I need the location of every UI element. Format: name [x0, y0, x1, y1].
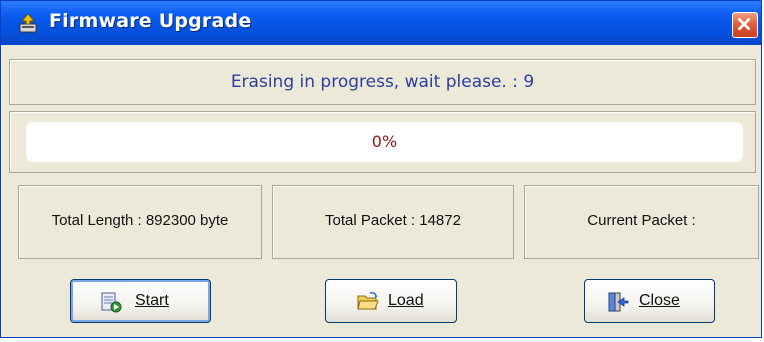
window-title: Firmware Upgrade: [49, 10, 252, 32]
load-button-label: Load: [388, 292, 424, 309]
status-panel: Erasing in progress, wait please. : 9: [9, 59, 756, 105]
close-window-button[interactable]: [732, 12, 758, 38]
total-length-panel: Total Length : 892300 byte: [18, 185, 262, 259]
current-packet-panel: Current Packet :: [524, 185, 759, 259]
start-button-label: Start: [135, 292, 169, 309]
load-button[interactable]: Load: [325, 279, 457, 323]
firmware-upgrade-icon: [19, 13, 37, 33]
close-button-label: Close: [639, 292, 680, 309]
exit-door-icon: [608, 292, 629, 312]
close-button[interactable]: Close: [584, 279, 715, 323]
current-packet-label: Current Packet :: [587, 212, 696, 229]
start-button[interactable]: Start: [70, 279, 211, 323]
total-packet-panel: Total Packet : 14872: [272, 185, 514, 259]
status-message: Erasing in progress, wait please. : 9: [230, 72, 535, 92]
progress-percent: 0%: [371, 132, 398, 151]
progress-bar: 0%: [26, 122, 743, 162]
total-length-label: Total Length : 892300 byte: [51, 212, 229, 229]
firmware-upgrade-dialog: Firmware Upgrade Erasing in progress, wa…: [0, 0, 762, 338]
progress-panel: 0%: [9, 111, 756, 173]
folder-open-icon: [357, 292, 379, 310]
close-icon: [738, 18, 751, 31]
total-packet-label: Total Packet : 14872: [325, 212, 461, 229]
start-icon: [101, 292, 122, 313]
title-bar[interactable]: Firmware Upgrade: [1, 1, 761, 45]
